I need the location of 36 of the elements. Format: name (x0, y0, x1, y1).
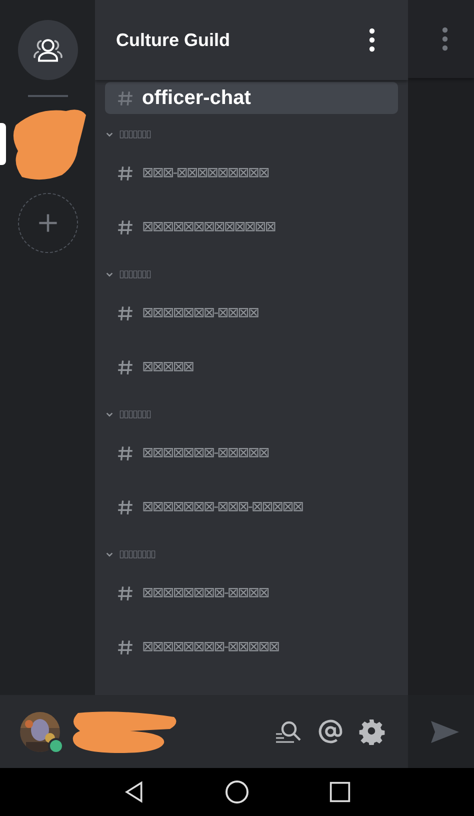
hash-icon (117, 304, 134, 322)
channel-item[interactable]: ⊠⊠⊠⊠⊠⊠⊠⊠-⊠⊠⊠⊠⊠ (105, 620, 398, 674)
plus-icon (36, 212, 58, 234)
channel-item[interactable]: ⊠⊠⊠⊠⊠⊠⊠-⊠⊠⊠-⊠⊠⊠⊠⊠ (105, 480, 398, 534)
hash-icon (117, 358, 134, 376)
mention-icon[interactable] (318, 719, 343, 744)
category-header[interactable]: ▯▯▯▯▯▯▯▯ (105, 542, 398, 566)
category-header[interactable]: ▯▯▯▯▯▯▯ (105, 402, 398, 426)
selected-indicator (0, 123, 6, 165)
channel-item[interactable]: ⊠⊠⊠⊠⊠⊠⊠-⊠⊠⊠⊠ (105, 286, 398, 340)
channel-item[interactable]: officer-chat (105, 82, 398, 114)
search-icon[interactable] (274, 720, 302, 744)
chevron-icon (105, 270, 114, 278)
category-header[interactable]: ▯▯▯▯▯▯▯ (105, 122, 398, 146)
channel-item[interactable]: ⊠⊠⊠⊠⊠⊠⊠-⊠⊠⊠⊠⊠ (105, 426, 398, 480)
hash-icon (117, 498, 134, 516)
channel-item[interactable]: ⊠⊠⊠⊠⊠⊠⊠⊠-⊠⊠⊠⊠ (105, 566, 398, 620)
channel-item[interactable]: ⊠⊠⊠⊠⊠⊠⊠⊠⊠⊠⊠⊠⊠ (105, 200, 398, 254)
chevron-icon (105, 550, 114, 558)
chevron-icon (105, 410, 114, 418)
back-icon[interactable] (123, 780, 145, 804)
channel-item[interactable]: ⊠⊠⊠⊠⊠ (105, 340, 398, 394)
hash-icon (117, 584, 134, 602)
more-options-icon[interactable] (369, 28, 375, 52)
home-icon[interactable] (225, 780, 249, 804)
hash-icon (117, 90, 134, 106)
category-header[interactable]: ▯▯▯▯▯▯▯ (105, 262, 398, 286)
recent-apps-icon[interactable] (329, 781, 351, 803)
hash-icon (117, 638, 134, 656)
channel-item[interactable]: ⊠⊠⊠-⊠⊠⊠⊠⊠⊠⊠⊠⊠ (105, 146, 398, 200)
server-name: Culture Guild (116, 30, 230, 50)
settings-icon[interactable] (359, 718, 385, 744)
chevron-icon (105, 130, 114, 138)
hash-icon (117, 164, 134, 182)
hash-icon (117, 218, 134, 236)
hash-icon (117, 444, 134, 462)
